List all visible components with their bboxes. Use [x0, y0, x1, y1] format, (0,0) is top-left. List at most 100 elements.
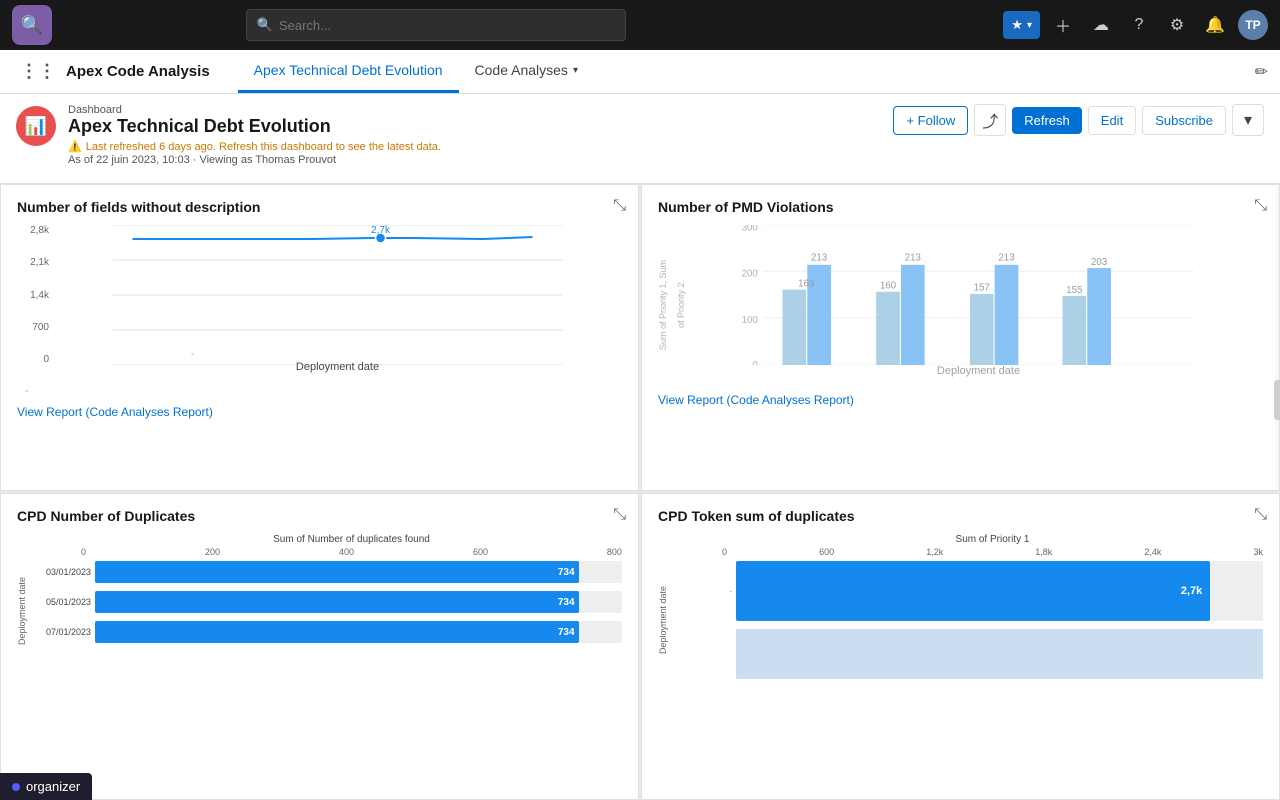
- plus-icon: ＋: [1055, 13, 1071, 37]
- y-label-1-2: 2,1k: [17, 257, 49, 268]
- dashboard-label: Dashboard: [68, 104, 441, 116]
- charts-grid: ⤡ Number of fields without description 2…: [0, 184, 1280, 800]
- token-x-header: Sum of Priority 1: [722, 534, 1263, 545]
- svg-text:0: 0: [752, 360, 758, 365]
- app-bar-title-area: ⋮⋮ Apex Code Analysis: [12, 50, 218, 93]
- view-report-1[interactable]: View Report (Code Analyses Report): [17, 405, 622, 419]
- warning-icon: ⚠️: [68, 140, 82, 153]
- token-x-title: Sum of Priority 1: [722, 534, 1263, 545]
- app-bar-right: ✏: [1255, 50, 1268, 93]
- cpd-val-1: 734: [558, 567, 575, 578]
- svg-text:203: 203: [1091, 257, 1107, 268]
- cpd-x-axis-title: Sum of Number of duplicates found: [81, 534, 622, 545]
- chart-pmd-violations: ⤡ Number of PMD Violations Sum of Priori…: [641, 184, 1280, 491]
- token-x-3k: 3k: [1253, 547, 1263, 557]
- dashboard-header: 📊 Dashboard Apex Technical Debt Evolutio…: [0, 94, 1280, 184]
- subscribe-button[interactable]: Subscribe: [1142, 106, 1226, 135]
- chevron-down-icon: ▾: [1244, 110, 1252, 130]
- chart-title-3: CPD Number of Duplicates: [17, 508, 622, 524]
- svg-text:300: 300: [742, 225, 759, 233]
- dashboard-meta: As of 22 juin 2023, 10:03 · Viewing as T…: [68, 154, 441, 166]
- edit-icon[interactable]: ✏: [1255, 62, 1268, 82]
- dashboard-icon: 📊: [16, 106, 56, 146]
- fields-chart-svg: 2,7k -: [53, 225, 622, 365]
- y-label-1-4: 700: [17, 322, 49, 333]
- svg-text:213: 213: [905, 253, 921, 264]
- warning-text: Last refreshed 6 days ago. Refresh this …: [86, 141, 441, 153]
- scroll-indicator: [1274, 380, 1280, 420]
- svg-text:213: 213: [811, 253, 827, 264]
- svg-text:163: 163: [798, 278, 814, 289]
- top-nav: 🔍 🔍 ★ ▾ ＋ ☁ ? ⚙ 🔔 TP: [0, 0, 1280, 50]
- nav-tabs: Apex Technical Debt Evolution Code Analy…: [238, 50, 594, 93]
- view-report-2[interactable]: View Report (Code Analyses Report): [658, 393, 1263, 407]
- cpd-date-2: 05/01/2023: [35, 597, 91, 607]
- gear-icon: ⚙: [1170, 15, 1184, 35]
- grid-icon[interactable]: ⋮⋮: [20, 61, 56, 82]
- avatar[interactable]: TP: [1238, 10, 1268, 40]
- svg-text:160: 160: [880, 281, 897, 292]
- x-axis-label-1: Deployment date: [53, 361, 622, 373]
- app-bar: ⋮⋮ Apex Code Analysis Apex Technical Deb…: [0, 50, 1280, 94]
- follow-button[interactable]: + Follow: [893, 106, 968, 135]
- search-icon: 🔍: [21, 15, 43, 36]
- cpd-x-800: 800: [607, 547, 622, 557]
- cpd-date-1: 03/01/2023: [35, 567, 91, 577]
- token-y-axis-label: Deployment date: [658, 586, 668, 654]
- dashboard-warning: ⚠️ Last refreshed 6 days ago. Refresh th…: [68, 140, 441, 153]
- dashboard-symbol: 📊: [25, 116, 47, 137]
- token-x-24k: 2,4k: [1144, 547, 1161, 557]
- cpd-val-2: 734: [558, 597, 575, 608]
- svg-text:213: 213: [998, 253, 1014, 264]
- organizer-bar: organizer: [0, 773, 92, 800]
- bell-icon: 🔔: [1205, 15, 1225, 35]
- expand-icon-4[interactable]: ⤡: [1254, 506, 1267, 524]
- svg-text:157: 157: [974, 283, 990, 294]
- expand-icon-3[interactable]: ⤡: [613, 506, 626, 524]
- more-button[interactable]: ▾: [1232, 104, 1264, 136]
- settings-button[interactable]: ⚙: [1162, 10, 1192, 40]
- cpd-x-0: 0: [81, 547, 86, 557]
- refresh-button[interactable]: Refresh: [1012, 107, 1082, 134]
- pmd-x-label: Deployment date: [694, 365, 1263, 377]
- pmd-y-axis-label-1: Sum of Priority 1, Sum: [658, 260, 668, 350]
- expand-icon-2[interactable]: ⤡: [1254, 197, 1267, 215]
- search-input[interactable]: [279, 18, 615, 33]
- search-bar[interactable]: 🔍: [246, 9, 626, 41]
- share-icon: ⤴: [982, 108, 998, 132]
- y-label-1-5: 0: [17, 354, 49, 365]
- expand-icon-1[interactable]: ⤡: [613, 197, 626, 215]
- notifications-button[interactable]: 🔔: [1200, 10, 1230, 40]
- app-icon[interactable]: 🔍: [12, 5, 52, 45]
- cpd-bar-1: 734: [95, 561, 579, 583]
- pmd-chart-svg: 300 200 100 0 163 213 160 213: [694, 225, 1263, 365]
- add-button[interactable]: ＋: [1048, 10, 1078, 40]
- cloud-button[interactable]: ☁: [1086, 10, 1116, 40]
- token-date-dash: -: [676, 586, 732, 596]
- share-button[interactable]: ⤴: [974, 104, 1006, 136]
- token-area-chart: [736, 629, 1263, 679]
- dashboard-title: Apex Technical Debt Evolution: [68, 116, 441, 137]
- cpd-y-axis-label: Deployment date: [17, 577, 27, 645]
- tab-apex-technical-debt[interactable]: Apex Technical Debt Evolution: [238, 50, 459, 93]
- chart-title-2: Number of PMD Violations: [658, 199, 1263, 215]
- edit-button[interactable]: Edit: [1088, 106, 1136, 135]
- cpd-date-3: 07/01/2023: [35, 627, 91, 637]
- dash-header-left: 📊 Dashboard Apex Technical Debt Evolutio…: [16, 104, 441, 166]
- help-button[interactable]: ?: [1124, 10, 1154, 40]
- token-x-0: 0: [722, 547, 727, 557]
- token-x-18k: 1,8k: [1035, 547, 1052, 557]
- tab-code-analyses[interactable]: Code Analyses ▾: [459, 50, 594, 93]
- token-x-600: 600: [819, 547, 834, 557]
- chart-cpd-token: ⤡ CPD Token sum of duplicates Sum of Pri…: [641, 493, 1280, 800]
- token-val-main: 2,7k: [1181, 585, 1202, 597]
- favorites-button[interactable]: ★ ▾: [1003, 11, 1040, 39]
- chart-title-4: CPD Token sum of duplicates: [658, 508, 1263, 524]
- cpd-x-600: 600: [473, 547, 488, 557]
- cloud-icon: ☁: [1093, 15, 1109, 35]
- app-title: Apex Code Analysis: [66, 63, 210, 80]
- dash-title-area: Dashboard Apex Technical Debt Evolution …: [68, 104, 441, 166]
- svg-text:2,7k: 2,7k: [371, 225, 391, 236]
- svg-text:200: 200: [742, 269, 759, 280]
- organizer-label[interactable]: organizer: [26, 779, 80, 794]
